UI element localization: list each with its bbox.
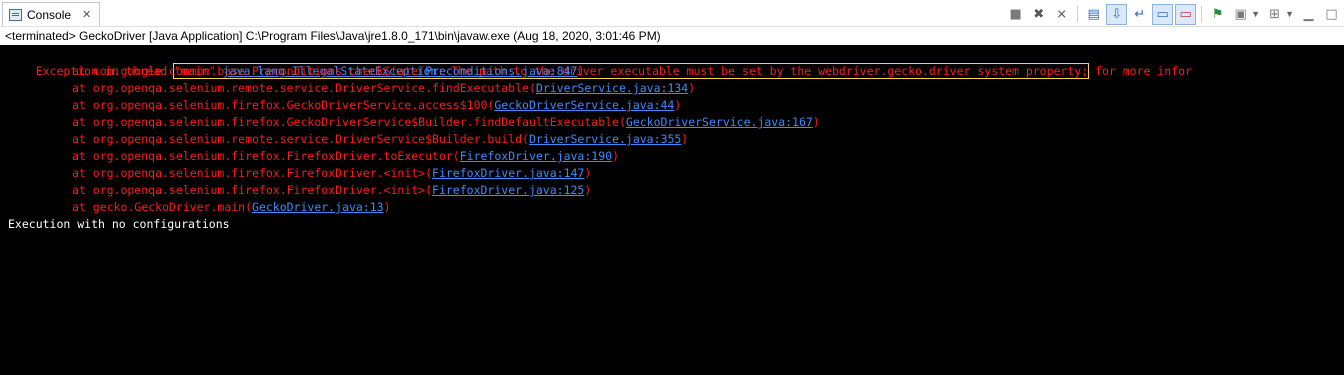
source-link[interactable]: DriverService.java:134 [536, 81, 688, 95]
console-tab-bar: Console ✕ ■ ✖ ⨯ ▤ ⇩ ↵ ▭ ▭ ⚑ ▣ ▼ ⊞ ▼ ▁ □ [0, 0, 1344, 27]
word-wrap-icon[interactable]: ↵ [1129, 4, 1150, 25]
clear-icon[interactable]: ▤ [1083, 4, 1104, 25]
minimize-icon[interactable]: ▁ [1298, 4, 1319, 25]
scroll-lock-icon[interactable]: ⇩ [1106, 3, 1128, 25]
exception-suffix: for more infor [1088, 64, 1192, 78]
stack-frame: at org.openqa.selenium.remote.service.Dr… [72, 81, 696, 95]
pin-icon[interactable]: ⚑ [1207, 4, 1228, 25]
stack-frame: at org.openqa.selenium.firefox.FirefoxDr… [72, 183, 592, 197]
tab-console-label: Console [27, 7, 72, 22]
exception-line: Exception in thread "main" java.lang.Ill… [8, 46, 1192, 79]
source-link[interactable]: FirefoxDriver.java:125 [432, 183, 584, 197]
stack-frame: at com.google.common.base.Preconditions.… [72, 64, 585, 78]
source-link[interactable]: GeckoDriverService.java:44 [494, 98, 674, 112]
source-link[interactable]: GeckoDriver.java:13 [252, 200, 384, 214]
stdout-line: Execution with no configurations [8, 217, 230, 231]
remove-icon[interactable]: ✖ [1028, 4, 1049, 25]
source-link[interactable]: FirefoxDriver.java:147 [432, 166, 584, 180]
stack-frame: at org.openqa.selenium.firefox.GeckoDriv… [72, 98, 682, 112]
source-link[interactable]: DriverService.java:355 [529, 132, 681, 146]
launch-status: <terminated> GeckoDriver [Java Applicati… [0, 27, 1344, 45]
open-console-icon[interactable]: ⊞ [1264, 4, 1285, 25]
console-output[interactable]: Exception in thread "main" java.lang.Ill… [0, 45, 1344, 375]
chevron-down-icon[interactable]: ▼ [1251, 9, 1260, 19]
stop-icon[interactable]: ■ [1005, 4, 1026, 25]
chevron-down-icon[interactable]: ▼ [1285, 9, 1294, 19]
source-link[interactable]: FirefoxDriver.java:190 [460, 149, 612, 163]
stack-frame: at org.openqa.selenium.firefox.FirefoxDr… [72, 166, 592, 180]
stderr-icon[interactable]: ▭ [1175, 3, 1197, 25]
source-link[interactable]: Preconditions.java:847 [425, 64, 577, 78]
display-icon[interactable]: ▣ [1230, 4, 1251, 25]
console-toolbar: ■ ✖ ⨯ ▤ ⇩ ↵ ▭ ▭ ⚑ ▣ ▼ ⊞ ▼ ▁ □ [1005, 2, 1342, 26]
console-icon [9, 8, 22, 21]
remove-all-icon[interactable]: ⨯ [1051, 4, 1072, 25]
close-icon[interactable]: ✕ [82, 8, 91, 21]
stack-frame: at org.openqa.selenium.firefox.FirefoxDr… [72, 149, 619, 163]
source-link[interactable]: GeckoDriverService.java:167 [626, 115, 813, 129]
stack-frame: at org.openqa.selenium.remote.service.Dr… [72, 132, 689, 146]
tab-console[interactable]: Console ✕ [2, 2, 101, 26]
maximize-icon[interactable]: □ [1321, 4, 1342, 25]
toolbar-separator [1077, 6, 1079, 22]
stack-frame: at gecko.GeckoDriver.main(GeckoDriver.ja… [72, 200, 391, 214]
toolbar-separator [1201, 6, 1203, 22]
stack-frame: at org.openqa.selenium.firefox.GeckoDriv… [72, 115, 820, 129]
stdout-icon[interactable]: ▭ [1152, 3, 1174, 25]
